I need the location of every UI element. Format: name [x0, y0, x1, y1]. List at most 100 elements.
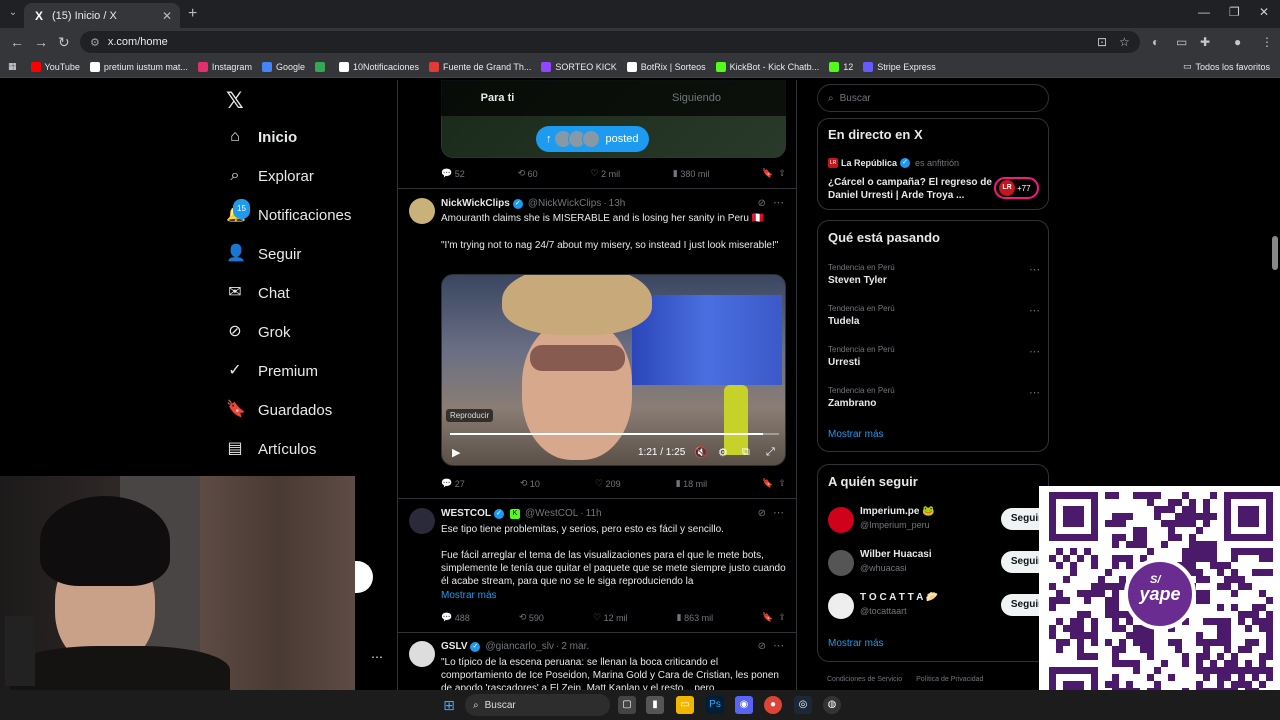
nav-item-inicio[interactable]: ⌂ Inicio — [226, 128, 297, 146]
post-time[interactable]: 13h — [609, 198, 626, 209]
browser-tab[interactable]: X (15) Inicio / X ✕ — [24, 3, 180, 28]
nav-item-explorar[interactable]: ⌕ Explorar — [226, 167, 314, 185]
nav-item-premium[interactable]: ✓ Premium — [226, 362, 318, 380]
avatar[interactable] — [409, 508, 435, 534]
author-name[interactable]: GSLV — [441, 641, 467, 652]
bookmark-item[interactable] — [314, 61, 329, 72]
grok-icon[interactable]: ⊘ — [758, 641, 766, 652]
follow-suggestion[interactable]: T O C A T T A 🥟 @tocattaart Seguir — [828, 591, 1052, 623]
views-button[interactable]: ▮ 380 mil — [673, 168, 709, 179]
suggestion-name[interactable]: T O C A T T A 🥟 — [860, 592, 938, 603]
settings-icon[interactable]: ⚙ — [718, 446, 728, 459]
avatar[interactable] — [828, 507, 854, 533]
back-icon[interactable]: ← — [10, 34, 24, 50]
live-source[interactable]: LR La República ✓ es anfitrión — [828, 158, 959, 168]
repost-button[interactable]: ⟲ 10 — [520, 478, 540, 489]
like-button[interactable]: ♡ 12 mil — [593, 612, 628, 623]
app-icon[interactable]: ▮ — [646, 696, 664, 714]
footer-privacy-link[interactable]: Política de Privacidad — [916, 676, 983, 683]
tab-following[interactable]: Siguiendo — [597, 80, 796, 116]
profile-avatar-icon[interactable]: ● — [1234, 35, 1241, 49]
trend-item[interactable]: Tendencia en Perú Tudela ⋯ — [828, 304, 1040, 327]
footer-terms-link[interactable]: Condiciones de Servicio — [827, 676, 902, 683]
avatar[interactable] — [409, 198, 435, 224]
trend-item[interactable]: Tendencia en Perú Zambrano ⋯ — [828, 386, 1040, 409]
nav-item-grok[interactable]: ⊘ Grok — [226, 323, 290, 341]
nav-item-seguir[interactable]: 👤 Seguir — [226, 245, 301, 263]
author-name[interactable]: NickWickClips — [441, 198, 510, 209]
window-close-icon[interactable]: ✕ — [1259, 5, 1269, 19]
tab-search-icon[interactable]: ⌄ — [6, 6, 20, 20]
trend-item[interactable]: Tendencia en Perú Steven Tyler ⋯ — [828, 263, 1040, 286]
trends-show-more[interactable]: Mostrar más — [828, 429, 884, 440]
reply-button[interactable]: 💬 52 — [441, 168, 465, 179]
page-scrollbar[interactable] — [1272, 236, 1278, 270]
reload-icon[interactable]: ↻ — [58, 34, 70, 51]
minimize-icon[interactable]: — — [1198, 5, 1210, 19]
chrome-icon[interactable]: ● — [764, 696, 782, 714]
reply-button[interactable]: 💬 488 — [441, 612, 470, 623]
post-time[interactable]: 11h — [586, 508, 602, 519]
new-tab-icon[interactable]: + — [188, 5, 197, 23]
more-icon[interactable]: ⋯ — [773, 196, 784, 209]
apps-icon[interactable]: ▦ — [8, 61, 17, 72]
suggestion-name[interactable]: Wilber Huacasi — [860, 549, 932, 560]
fullscreen-icon[interactable]: ⤢ — [766, 446, 775, 459]
author-handle[interactable]: @NickWickClips — [528, 198, 601, 209]
account-more-icon[interactable]: ⋯ — [371, 650, 383, 664]
video-progress[interactable] — [450, 433, 779, 435]
bookmark-item[interactable]: Fuente de Grand Th... — [429, 61, 531, 72]
bookmark-item[interactable]: BotRix | Sorteos — [626, 61, 706, 72]
follow-suggestion[interactable]: Imperium.pe 🐸 @Imperium_peru Seguir — [828, 505, 1052, 537]
trend-item[interactable]: Tendencia en Perú Urresti ⋯ — [828, 345, 1040, 368]
discord-icon[interactable]: ◉ — [735, 696, 753, 714]
maximize-icon[interactable]: ❐ — [1229, 5, 1240, 19]
follow-suggestion[interactable]: Wilber Huacasi @whuacasi Seguir — [828, 548, 1052, 580]
live-headline[interactable]: ¿Cárcel o campaña? El regreso de Daniel … — [828, 176, 993, 202]
bookmark-item[interactable]: Instagram — [197, 61, 252, 72]
like-button[interactable]: ♡ 209 — [595, 478, 621, 489]
show-more-link[interactable]: Mostrar más — [441, 590, 497, 601]
bookmark-item[interactable]: Stripe Express — [863, 61, 936, 72]
trend-more-icon[interactable]: ⋯ — [1029, 304, 1040, 317]
x-logo-icon[interactable]: 𝕏 — [226, 88, 244, 114]
video-player[interactable]: Reproducir ▶ 1:21 / 1:25 🔇 ⚙ ⧉ ⤢ — [441, 274, 786, 466]
windows-start-icon[interactable]: ⊞ — [440, 696, 458, 714]
obs-icon[interactable]: ◍ — [823, 696, 841, 714]
avatar[interactable] — [828, 550, 854, 576]
forward-icon[interactable]: → — [34, 34, 48, 50]
nav-item-artículos[interactable]: ▤ Artículos — [226, 440, 316, 458]
bookmark-share[interactable]: 🔖 ⇪ — [762, 612, 786, 623]
bookmark-item[interactable]: YouTube — [30, 61, 80, 72]
bookmark-share[interactable]: 🔖 ⇪ — [762, 168, 786, 179]
reply-button[interactable]: 💬 27 — [441, 478, 465, 489]
new-posts-pill[interactable]: ↑ posted — [536, 126, 649, 152]
repost-button[interactable]: ⟲ 60 — [518, 168, 538, 179]
pip-icon[interactable]: ⧉ — [742, 446, 750, 459]
extension-icon[interactable]: ◐ — [1152, 35, 1159, 49]
steam-icon[interactable]: ◎ — [794, 696, 812, 714]
bookmark-item[interactable]: 12 — [829, 61, 853, 72]
more-icon[interactable]: ⋯ — [773, 506, 784, 519]
post-time[interactable]: 2 mar. — [561, 641, 589, 652]
author-handle[interactable]: @WestCOL — [525, 508, 578, 519]
grok-icon[interactable]: ⊘ — [758, 508, 766, 519]
avatar[interactable] — [409, 641, 435, 667]
trend-more-icon[interactable]: ⋯ — [1029, 263, 1040, 276]
nav-item-guardados[interactable]: 🔖 Guardados — [226, 401, 332, 419]
trend-more-icon[interactable]: ⋯ — [1029, 345, 1040, 358]
file-explorer-icon[interactable]: ▭ — [676, 696, 694, 714]
trend-more-icon[interactable]: ⋯ — [1029, 386, 1040, 399]
bookmark-item[interactable]: KickBot - Kick Chatb... — [715, 61, 819, 72]
task-view-icon[interactable]: ▢ — [618, 696, 636, 714]
taskbar-search[interactable]: ⌕ Buscar — [465, 694, 610, 716]
views-button[interactable]: ▮ 863 mil — [677, 612, 713, 623]
bookmark-item[interactable]: SORTEO KICK — [541, 61, 617, 72]
repost-button[interactable]: ⟲ 590 — [519, 612, 544, 623]
play-icon[interactable]: ▶ — [452, 446, 460, 459]
more-icon[interactable]: ⋯ — [773, 639, 784, 652]
tab-for-you[interactable]: Para ti — [398, 80, 597, 116]
bookmark-item[interactable]: Google — [261, 61, 305, 72]
suggestion-name[interactable]: Imperium.pe 🐸 — [860, 506, 935, 517]
star-icon[interactable]: ☆ — [1119, 35, 1130, 49]
